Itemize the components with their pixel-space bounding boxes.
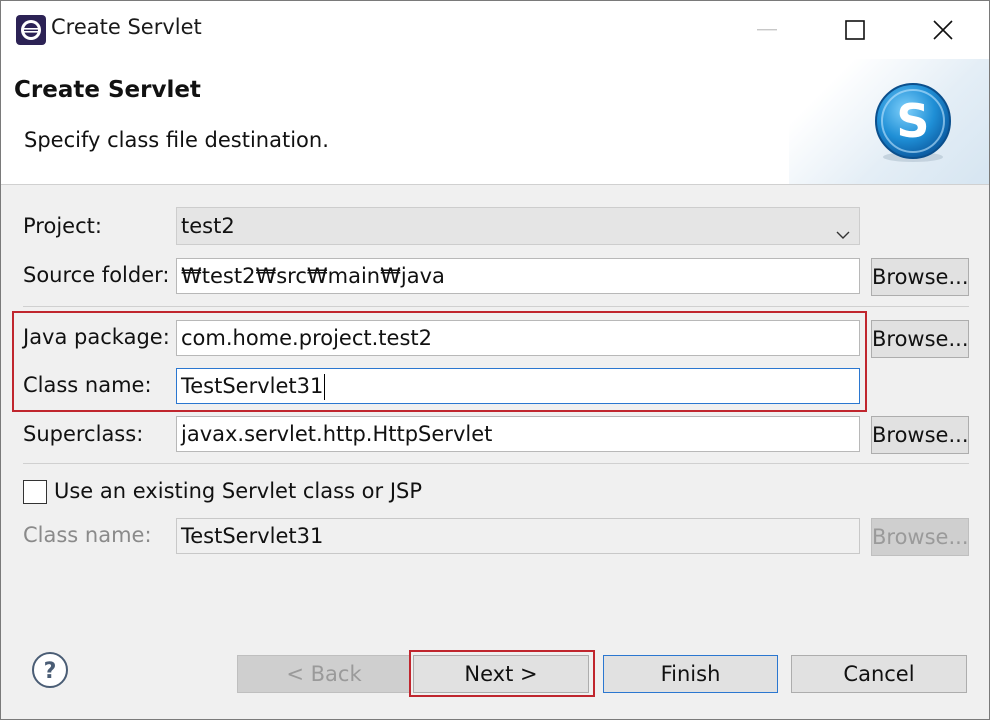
cancel-button[interactable]: Cancel — [791, 655, 967, 693]
wizard-header: Create Servlet Specify class file destin… — [1, 59, 989, 185]
separator — [23, 306, 969, 307]
project-combo[interactable]: test2 — [176, 207, 860, 245]
superclass-browse-button[interactable]: Browse... — [871, 416, 969, 454]
minimize-button[interactable] — [723, 1, 811, 59]
eclipse-icon — [15, 14, 47, 46]
create-servlet-dialog: Create Servlet Create Servlet Specify cl… — [0, 0, 990, 720]
page-title: Create Servlet — [14, 77, 201, 103]
maximize-icon — [845, 20, 865, 40]
page-description: Specify class file destination. — [24, 128, 329, 152]
servlet-s-logo-icon: S — [871, 81, 955, 165]
next-annotation-highlight — [409, 650, 595, 697]
project-value: test2 — [181, 214, 235, 238]
minimize-icon — [757, 29, 777, 31]
close-button[interactable] — [899, 1, 987, 59]
use-existing-checkbox[interactable] — [23, 480, 47, 504]
svg-text:?: ? — [44, 659, 57, 684]
use-existing-label[interactable]: Use an existing Servlet class or JSP — [54, 479, 422, 503]
maximize-button[interactable] — [811, 1, 899, 59]
chevron-down-icon — [835, 218, 851, 239]
finish-button[interactable]: Finish — [603, 655, 778, 693]
separator — [23, 463, 969, 464]
java-package-browse-button[interactable]: Browse... — [871, 320, 969, 358]
help-icon[interactable]: ? — [31, 651, 69, 689]
svg-text:S: S — [896, 94, 929, 148]
existing-class-browse-button: Browse... — [871, 518, 969, 556]
source-folder-label: Source folder: — [23, 263, 170, 287]
existing-class-name-label: Class name: — [23, 523, 152, 547]
superclass-field[interactable]: javax.servlet.http.HttpServlet — [176, 416, 860, 452]
title-bar: Create Servlet — [1, 1, 989, 59]
source-folder-field[interactable]: ₩test2₩src₩main₩java — [176, 258, 860, 294]
superclass-label: Superclass: — [23, 422, 144, 446]
close-icon — [933, 20, 953, 40]
annotation-highlight-box — [12, 311, 867, 412]
window-title: Create Servlet — [51, 15, 202, 39]
back-button: < Back — [237, 655, 411, 693]
project-label: Project: — [23, 214, 102, 238]
existing-class-name-field: TestServlet31 — [176, 518, 860, 554]
source-folder-browse-button[interactable]: Browse... — [871, 258, 969, 296]
